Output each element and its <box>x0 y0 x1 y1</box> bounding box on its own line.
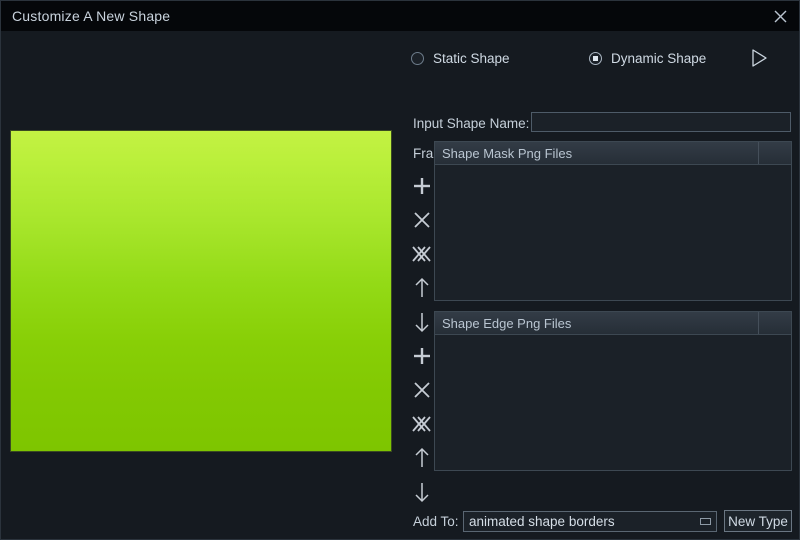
x-glyph <box>414 212 430 228</box>
add-to-value: animated shape borders <box>469 514 615 529</box>
play-glyph <box>752 49 767 67</box>
play-triangle-icon[interactable] <box>741 43 777 73</box>
new-type-button[interactable]: New Type <box>724 510 792 532</box>
radio-dynamic-mark <box>589 51 602 65</box>
double-x-glyph <box>412 416 431 432</box>
shape-edge-list-header: Shape Edge Png Files <box>435 312 791 335</box>
plus-glyph <box>414 348 430 364</box>
arrow-down-glyph <box>415 313 429 333</box>
shape-mask-list[interactable]: Shape Mask Png Files <box>434 141 792 301</box>
shape-mask-extra-column-header <box>759 142 791 164</box>
radio-dynamic-label: Dynamic Shape <box>611 50 707 66</box>
radio-static-label: Static Shape <box>433 50 510 66</box>
plus-glyph <box>414 178 430 194</box>
shape-preview-image <box>11 131 391 451</box>
arrow-up-glyph <box>415 447 429 467</box>
shape-edge-list-body[interactable] <box>435 335 791 470</box>
arrow-down-glyph <box>415 483 429 503</box>
radio-static-mark <box>411 51 424 65</box>
double-x-glyph <box>412 246 431 262</box>
preview-pane <box>1 31 401 539</box>
title-bar: Customize A New Shape <box>1 1 799 31</box>
dropdown-indicator-icon <box>694 518 716 525</box>
window-title: Customize A New Shape <box>12 8 171 24</box>
config-pane: Static Shape Dynamic Shape Input Shape N… <box>401 31 799 539</box>
shape-edge-extra-column-header <box>759 312 791 334</box>
shape-name-input[interactable] <box>531 112 791 132</box>
close-glyph <box>774 10 786 22</box>
move-down-icon[interactable] <box>405 475 439 509</box>
radio-static-shape[interactable]: Static Shape <box>411 43 510 73</box>
shape-edge-list[interactable]: Shape Edge Png Files <box>434 311 792 471</box>
add-to-combobox[interactable]: animated shape borders <box>463 511 717 532</box>
shape-edge-column-header: Shape Edge Png Files <box>435 312 759 334</box>
shape-mask-column-header: Shape Mask Png Files <box>435 142 759 164</box>
close-icon[interactable] <box>763 1 797 31</box>
shape-name-label: Input Shape Name: <box>413 116 530 131</box>
shape-mode-row: Static Shape Dynamic Shape <box>401 43 799 73</box>
shape-mask-list-body[interactable] <box>435 165 791 300</box>
radio-dynamic-shape[interactable]: Dynamic Shape <box>589 43 706 73</box>
x-glyph <box>414 382 430 398</box>
customize-new-shape-dialog: Customize A New Shape Static Shape Dynam… <box>0 0 800 540</box>
shape-mask-list-header: Shape Mask Png Files <box>435 142 791 165</box>
arrow-up-glyph <box>415 277 429 297</box>
add-to-label: Add To: <box>413 514 459 529</box>
